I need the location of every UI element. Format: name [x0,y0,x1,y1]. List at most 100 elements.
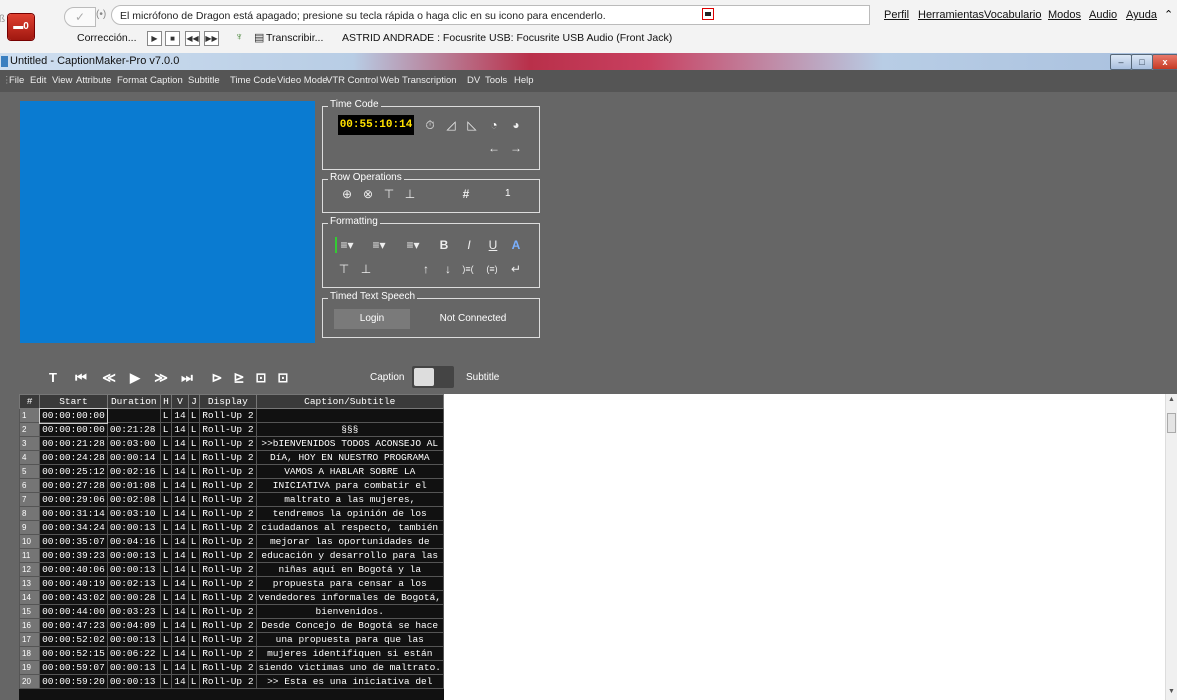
menu-video-mode[interactable]: Video Mode [277,70,328,92]
skip-end-icon[interactable]: ⏭ [176,367,198,389]
cell-duration[interactable]: 00:00:13 [106,562,161,577]
cell-duration[interactable]: 00:02:08 [106,492,161,507]
col-header-caption[interactable]: Caption/Subtitle [255,394,444,409]
cell-caption[interactable]: niñas aquí en Bogotá y la [255,562,444,577]
cell-display[interactable]: Roll-Up 2 [199,436,257,451]
cell-display[interactable]: Roll-Up 2 [199,674,257,689]
cell-display[interactable]: Roll-Up 2 [199,590,257,605]
cell-duration[interactable]: 00:21:28 [106,422,161,437]
chevron-up-icon[interactable]: ⌃ [1164,8,1173,21]
rewind-icon[interactable]: ◀◀ [185,31,200,46]
menu-time-code[interactable]: Time Code [230,70,276,92]
menu-format[interactable]: Format [117,70,147,92]
cell-number[interactable]: 9 [19,520,41,535]
cell-number[interactable]: 8 [19,506,41,521]
skip-start-icon[interactable]: ⏮ [70,367,92,389]
align-top-icon[interactable]: ⊤ [336,261,352,277]
col-header-start[interactable]: Start [39,394,108,409]
scroll-down-icon[interactable]: ▼ [1168,688,1175,695]
cell-caption[interactable]: VAMOS A HABLAR SOBRE LA [255,464,444,479]
cell-number[interactable]: 3 [19,436,41,451]
cell-start[interactable]: 00:00:31:14 [39,506,108,521]
cell-j[interactable]: L [187,576,201,591]
table-row[interactable]: 14 00:00:43:02 00:00:28 L 14 L Roll-Up 2 vended… [19,590,444,605]
dragon-menu-modos[interactable]: Modos [1048,9,1081,21]
play-icon[interactable]: ▶ [124,367,146,389]
correction-button[interactable]: Corrección... [77,32,137,44]
cell-h[interactable]: L [159,408,173,423]
cell-display[interactable]: Roll-Up 2 [199,646,257,661]
cell-v[interactable]: 14 [171,520,189,535]
cell-h[interactable]: L [159,590,173,605]
cell-v[interactable]: 14 [171,674,189,689]
table-row[interactable]: 17 00:00:52:02 00:00:13 L 14 L Roll-Up 2 una pr… [19,632,444,647]
table-row[interactable]: 18 00:00:52:15 00:06:22 L 14 L Roll-Up 2 mujere… [19,646,444,661]
table-row[interactable]: 6 00:00:27:28 00:01:08 L 14 L Roll-Up 2 INICIAT… [19,478,444,493]
arrow-up-icon[interactable]: ↑ [418,261,434,277]
cell-h[interactable]: L [159,562,173,577]
cell-h[interactable]: L [159,646,173,661]
underline-icon[interactable]: U [485,237,501,253]
cell-h[interactable]: L [159,534,173,549]
cell-start[interactable]: 00:00:39:23 [39,548,108,563]
cell-j[interactable]: L [187,660,201,675]
cell-v[interactable]: 14 [171,660,189,675]
cell-duration[interactable]: 00:00:13 [106,674,161,689]
cell-j[interactable]: L [187,562,201,577]
cell-number[interactable]: 6 [19,478,41,493]
cell-j[interactable]: L [187,478,201,493]
cell-v[interactable]: 14 [171,492,189,507]
cell-caption[interactable]: maltrato a las mujeres, [255,492,444,507]
table-row[interactable]: 11 00:00:39:23 00:00:13 L 14 L Roll-Up 2 educac… [19,548,444,563]
cell-v[interactable]: 14 [171,464,189,479]
cell-h[interactable]: L [159,632,173,647]
cell-start[interactable]: 00:00:27:28 [39,478,108,493]
rewind-icon[interactable]: ≪ [98,367,120,389]
dragon-display-icon[interactable] [702,8,714,20]
cell-display[interactable]: Roll-Up 2 [199,422,257,437]
cell-duration[interactable] [106,408,161,423]
cell-start[interactable]: 00:00:25:12 [39,464,108,479]
cell-display[interactable]: Roll-Up 2 [199,464,257,479]
play-caption-all-icon[interactable]: ⊵ [228,367,250,389]
cell-v[interactable]: 14 [171,590,189,605]
cell-number[interactable]: 7 [19,492,41,507]
table-row[interactable]: 5 00:00:25:12 00:02:16 L 14 L Roll-Up 2 VAMOS A… [19,464,444,479]
cell-h[interactable]: L [159,576,173,591]
col-header-j[interactable]: J [187,394,201,409]
cell-start[interactable]: 00:00:44:00 [39,604,108,619]
cell-caption[interactable]: vendedores informales de Bogotá, [255,590,444,605]
cell-duration[interactable]: 00:00:14 [106,450,161,465]
cell-start[interactable]: 00:00:00:00 [38,407,109,424]
cell-h[interactable]: L [159,436,173,451]
cell-j[interactable]: L [187,464,201,479]
cell-caption[interactable]: mejorar las oportunidades de [255,534,444,549]
set-in-icon[interactable]: ◿ [443,117,459,133]
cell-caption[interactable]: propuesta para censar a los [255,576,444,591]
scroll-thumb[interactable] [1167,413,1176,433]
menu-help[interactable]: Help [514,70,534,92]
cell-display[interactable]: Roll-Up 2 [199,506,257,521]
cell-caption[interactable]: >> Esta es una iniciativa del [255,674,444,689]
cell-j[interactable]: L [187,506,201,521]
cell-h[interactable]: L [159,618,173,633]
cell-start[interactable]: 00:00:40:19 [39,576,108,591]
scroll-up-icon[interactable]: ▲ [1168,396,1175,403]
cell-duration[interactable]: 00:00:13 [106,660,161,675]
menu-edit[interactable]: Edit [30,70,46,92]
cell-j[interactable]: L [187,618,201,633]
col-header-number[interactable]: # [19,394,41,409]
cell-start[interactable]: 00:00:24:28 [39,450,108,465]
cell-v[interactable]: 14 [171,632,189,647]
cell-duration[interactable]: 00:03:10 [106,506,161,521]
cell-v[interactable]: 14 [171,506,189,521]
cell-j[interactable]: L [187,604,201,619]
cell-display[interactable]: Roll-Up 2 [199,534,257,549]
cell-start[interactable]: 00:00:34:24 [39,520,108,535]
cell-j[interactable]: L [187,492,201,507]
grid-scrollbar[interactable]: ▲ ▼ [1165,394,1177,700]
cell-v[interactable]: 14 [171,534,189,549]
cell-j[interactable]: L [187,408,201,423]
cell-display[interactable]: Roll-Up 2 [199,492,257,507]
cell-caption[interactable]: educación y desarrollo para las [255,548,444,563]
